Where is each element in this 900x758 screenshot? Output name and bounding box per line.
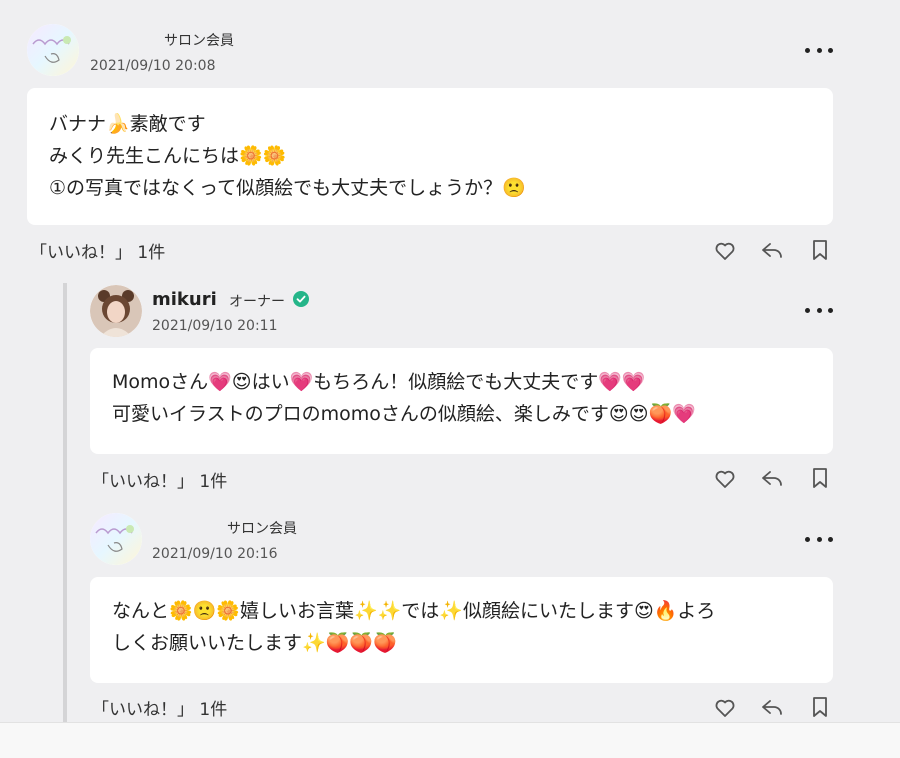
avatar-photo-icon [90,285,142,337]
comment-bubble: バナナ🍌素敵です みくり先生こんにちは🌼🌼 ①の写真ではなくって似顔絵でも大丈夫… [27,88,833,225]
avatar-illustration-icon [90,513,142,565]
author-name[interactable]: mikuri [152,289,217,310]
comment-line: バナナ🍌素敵です [49,113,206,135]
post-date: 2021/09/10 20:11 [152,318,278,334]
like-count[interactable]: 「いいね！」 1件 [92,695,227,720]
comment-line: しくお願いいたします✨🍑🍑🍑 [112,632,397,654]
comment-text: バナナ🍌素敵です みくり先生こんにちは🌼🌼 ①の写真ではなくって似顔絵でも大丈夫… [49,108,526,204]
like-count[interactable]: 「いいね！」 1件 [92,467,227,492]
comment-text: なんと🌼🙁🌼嬉しいお言葉✨✨では✨似顔絵にいたします😍🔥よろ しくお願いいたしま… [112,595,715,659]
bookmark-icon[interactable] [808,466,832,490]
more-icon[interactable] [805,305,833,315]
heart-icon[interactable] [713,239,737,263]
thread-line [63,283,67,722]
reply-icon[interactable] [760,238,784,262]
author-name[interactable]: サロン会員 [227,518,297,538]
like-count[interactable]: 「いいね！」 1件 [30,238,165,263]
comment-line: Momoさん💗😍はい💗もちろん！似顔絵でも大丈夫です💗💗 [112,371,646,393]
reply-icon[interactable] [760,695,784,719]
avatar[interactable] [27,24,79,76]
bookmark-icon[interactable] [808,695,832,719]
comment-line: 可愛いイラストのプロのmomoさんの似顔絵、楽しみです😍😍🍑💗 [112,403,696,425]
author-name[interactable]: サロン会員 [164,30,234,50]
bottom-bar [0,722,900,758]
comment-line: なんと🌼🙁🌼嬉しいお言葉✨✨では✨似顔絵にいたします😍🔥よろ [112,600,716,622]
more-icon[interactable] [805,45,833,55]
avatar-illustration-icon [27,24,79,76]
avatar[interactable] [90,285,142,337]
heart-icon[interactable] [713,696,737,720]
comment-bubble: Momoさん💗😍はい💗もちろん！似顔絵でも大丈夫です💗💗 可愛いイラストのプロの… [90,348,833,454]
comment-text: Momoさん💗😍はい💗もちろん！似顔絵でも大丈夫です💗💗 可愛いイラストのプロの… [112,366,696,430]
more-icon[interactable] [805,534,833,544]
comment-bubble: なんと🌼🙁🌼嬉しいお言葉✨✨では✨似顔絵にいたします😍🔥よろ しくお願いいたしま… [90,577,833,683]
bookmark-icon[interactable] [808,238,832,262]
avatar[interactable] [90,513,142,565]
comment-thread: サロン会員 2021/09/10 20:08 バナナ🍌素敵です みくり先生こんに… [0,0,900,722]
comment-line: ①の写真ではなくって似顔絵でも大丈夫でしょうか？🙁 [49,177,526,199]
verified-icon [293,291,309,307]
post-date: 2021/09/10 20:16 [152,546,278,562]
post-date: 2021/09/10 20:08 [90,58,216,74]
owner-badge: オーナー [229,294,285,310]
comment-line: みくり先生こんにちは🌼🌼 [49,145,287,167]
reply-icon[interactable] [760,466,784,490]
heart-icon[interactable] [713,467,737,491]
